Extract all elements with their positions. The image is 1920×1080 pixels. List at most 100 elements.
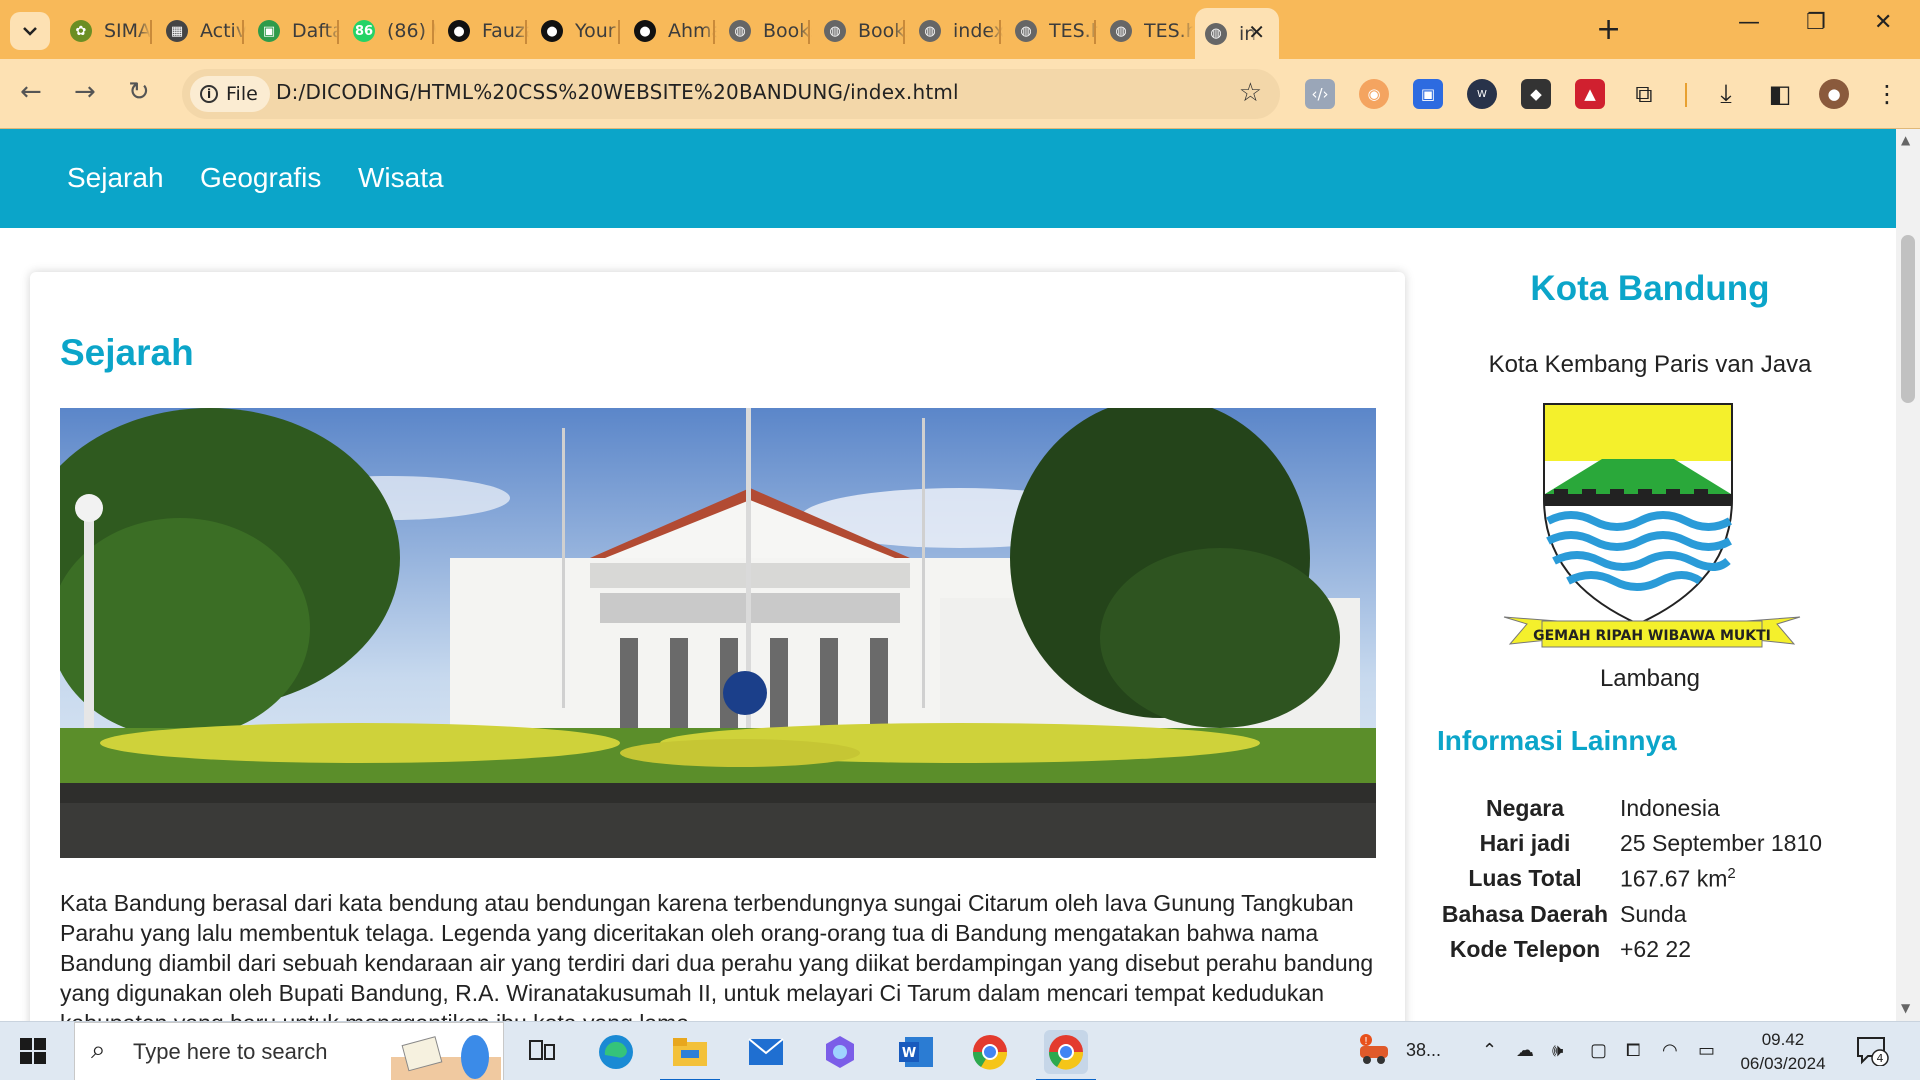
profile-avatar[interactable]: ● (1819, 79, 1849, 109)
tab-favicon-icon: ◍ (1015, 20, 1037, 42)
restore-button[interactable]: ❐ (1806, 10, 1826, 35)
meet-now-icon[interactable]: ▢ (1590, 1040, 1607, 1061)
tab-title: Daftar (292, 20, 340, 42)
back-icon[interactable]: ← (20, 77, 42, 107)
emblem-caption: Lambang (1599, 665, 1701, 692)
file-explorer-icon[interactable] (660, 1030, 720, 1080)
nav-link-sejarah[interactable]: Sejarah (67, 162, 164, 194)
display-icon[interactable]: ⧠ (1626, 1040, 1640, 1061)
nav-link-wisata[interactable]: Wisata (358, 162, 444, 194)
weather-text[interactable]: 38... (1406, 1040, 1441, 1061)
svg-text:!: ! (1364, 1036, 1368, 1047)
address-bar[interactable]: i File D:/DICODING/HTML%20CSS%20WEBSITE%… (182, 69, 1280, 119)
wifi-icon[interactable]: ◠ (1662, 1040, 1678, 1061)
edge-icon[interactable] (594, 1030, 638, 1074)
extension-icon[interactable]: ◉ (1359, 79, 1389, 109)
gedung-sate-image (60, 408, 1376, 858)
chrome-profile-icon[interactable] (968, 1030, 1012, 1074)
task-view-icon[interactable] (520, 1030, 564, 1074)
windows-start-icon[interactable] (20, 1038, 46, 1064)
info-row: Bahasa Daerah Sunda (1440, 897, 1822, 932)
browser-tab[interactable]: ◍ TES.ht (1005, 10, 1098, 52)
clock-date: 06/03/2024 (1740, 1054, 1826, 1073)
forward-icon[interactable]: → (74, 77, 96, 107)
tab-favicon-icon: ● (448, 20, 470, 42)
onedrive-icon[interactable]: ☁ (1516, 1040, 1534, 1061)
browser-tab[interactable]: ● Ahma (624, 10, 717, 52)
tab-separator (432, 20, 434, 44)
tab-title: Books (858, 20, 907, 42)
scroll-down-icon[interactable]: ▼ (1901, 1001, 1910, 1015)
chevron-up-icon[interactable]: ⌃ (1482, 1040, 1497, 1061)
browser-tab[interactable]: ● Your F (531, 10, 622, 52)
scroll-up-icon[interactable]: ▲ (1901, 133, 1910, 147)
tab-close-icon[interactable]: ✕ (1248, 20, 1265, 44)
code-extension-icon[interactable]: ‹/› (1305, 79, 1335, 109)
browser-tab[interactable]: 86 (86) W (343, 10, 436, 52)
weather-icon[interactable]: ! (1356, 1032, 1392, 1073)
tab-title: TES.ht (1049, 20, 1098, 42)
new-tab-button[interactable]: + (1596, 12, 1621, 47)
info-label: Negara (1486, 795, 1564, 821)
battery-icon[interactable]: ▭ (1698, 1040, 1715, 1061)
tab-title: index. (953, 20, 1003, 42)
browser-tab[interactable]: ✿ SIMA (60, 10, 152, 52)
screen-extension-icon[interactable]: ▣ (1413, 79, 1443, 109)
close-window-button[interactable]: ✕ (1874, 10, 1892, 35)
page-scrollbar[interactable]: ▲ ▼ (1896, 129, 1920, 1021)
toolbar-divider (1685, 83, 1687, 107)
info-heading: Informasi Lainnya (1437, 725, 1677, 756)
menu-dots-icon[interactable]: ⋮ (1872, 79, 1902, 109)
copilot-icon[interactable] (818, 1030, 862, 1074)
tab-favicon-icon: ▣ (258, 20, 280, 42)
tab-title: Activit (200, 20, 246, 42)
article-card: Sejarah Kata Bandung berasal dari kata b… (30, 272, 1405, 1021)
tab-favicon-icon: ◍ (1110, 20, 1132, 42)
download-icon[interactable]: ⤓ (1711, 79, 1741, 109)
tab-favicon-icon: ◍ (729, 20, 751, 42)
bookmark-star-icon[interactable]: ☆ (1239, 78, 1262, 108)
info-value: Sunda (1620, 900, 1687, 927)
browser-tab[interactable]: ◍ TES.ht (1100, 10, 1193, 52)
url-text[interactable]: D:/DICODING/HTML%20CSS%20WEBSITE%20BANDU… (276, 80, 959, 104)
chrome-active-icon[interactable] (1036, 1030, 1096, 1080)
clock-time: 09.42 (1761, 1030, 1805, 1049)
page-viewport: Sejarah Geografis Wisata Sejarah Kata Ba… (0, 129, 1896, 1021)
info-label: Bahasa Daerah (1441, 900, 1609, 927)
nav-link-geografis[interactable]: Geografis (200, 162, 321, 194)
side-panel-icon[interactable]: ◧ (1765, 79, 1795, 109)
reload-icon[interactable]: ↻ (128, 77, 150, 107)
site-info-chip[interactable]: i File (190, 76, 270, 112)
minimize-button[interactable]: — (1738, 10, 1760, 35)
browser-tab[interactable]: ◍ Books (814, 10, 907, 52)
puzzle-icon[interactable]: ⧉ (1629, 79, 1659, 109)
tab-separator (903, 20, 905, 44)
notification-center-icon[interactable]: 4 (1856, 1036, 1889, 1067)
tab-title: SIMA (104, 20, 152, 42)
volume-icon[interactable]: 🕪 (1552, 1040, 1563, 1061)
info-label: Kode Telepon (1449, 935, 1601, 962)
red-extension-icon[interactable]: ▲ (1575, 79, 1605, 109)
taskbar-clock[interactable]: 09.42 06/03/2024 (1728, 1028, 1838, 1076)
mail-icon[interactable] (744, 1030, 788, 1074)
spy-extension-icon[interactable]: ◆ (1521, 79, 1551, 109)
search-icon: ⌕ (91, 1035, 106, 1065)
taskbar-search-box[interactable]: ⌕ Type here to search (74, 1022, 504, 1080)
browser-tab-active[interactable]: ◍ in ✕ (1195, 8, 1279, 59)
tab-favicon-icon: ▦ (166, 20, 188, 42)
info-row: Negara Indonesia (1440, 791, 1822, 826)
browser-tab[interactable]: ▣ Daftar (248, 10, 340, 52)
web-extension-icon[interactable]: W (1467, 79, 1497, 109)
search-placeholder: Type here to search (133, 1039, 328, 1064)
tab-separator (242, 20, 244, 44)
word-icon[interactable]: W (894, 1030, 938, 1074)
tab-separator (618, 20, 620, 44)
browser-tab[interactable]: ● Fauzar (438, 10, 529, 52)
site-navbar: Sejarah Geografis Wisata (0, 129, 1896, 228)
tab-search-button[interactable] (10, 12, 50, 50)
scrollbar-thumb[interactable] (1901, 235, 1915, 403)
tab-favicon-icon: ◍ (824, 20, 846, 42)
browser-tab[interactable]: ◍ index. (909, 10, 1003, 52)
browser-tab[interactable]: ▦ Activit (156, 10, 246, 52)
browser-tab[interactable]: ◍ Books (719, 10, 812, 52)
